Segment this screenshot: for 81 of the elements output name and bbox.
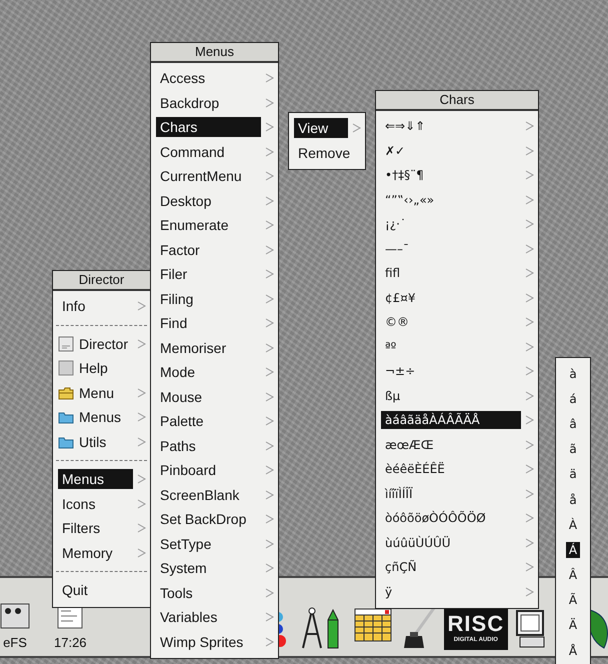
menu-item[interactable]: Filters xyxy=(58,518,133,538)
menu-item[interactable]: Director xyxy=(75,334,133,354)
menu-item[interactable]: Set BackDrop xyxy=(156,509,261,530)
menu-item[interactable]: òóôõöøÒÓÔÕÖØ xyxy=(381,509,521,528)
menu-item[interactable]: ¢£¤¥ xyxy=(381,288,521,307)
menu-item[interactable]: æœÆŒ xyxy=(381,436,521,454)
menu-item[interactable]: Command xyxy=(156,142,261,162)
menu-item[interactable]: àáâãäåÀÁÂÃÄÅ xyxy=(381,411,521,430)
menu-item[interactable]: Â xyxy=(566,567,580,584)
menu-item[interactable]: View xyxy=(294,118,348,138)
spreadsheet-icon[interactable] xyxy=(354,608,392,642)
menu-item[interactable]: Paths xyxy=(156,436,261,456)
menu-item[interactable]: Ä xyxy=(566,617,580,634)
menu-item[interactable]: “”‟‹›„«» xyxy=(381,190,521,209)
menu-item[interactable]: Memoriser xyxy=(156,338,261,358)
menu-item[interactable]: Help xyxy=(75,358,146,378)
application-icon xyxy=(58,336,74,352)
menu-item[interactable]: å xyxy=(566,492,580,508)
menu-item[interactable]: Variables xyxy=(156,607,261,628)
menu-item[interactable]: Chars xyxy=(156,117,261,138)
menu-item[interactable]: ⇐⇒⇓⇑ xyxy=(381,117,521,136)
menu-item[interactable]: Quit xyxy=(58,580,146,600)
menu-item[interactable]: ã xyxy=(566,441,580,458)
menu-item[interactable]: Factor xyxy=(156,240,261,260)
computer-monitor-icon[interactable] xyxy=(516,610,546,650)
menu-item[interactable]: Enumerate xyxy=(156,215,261,236)
menu-item[interactable]: —–¯ xyxy=(381,240,521,258)
menu-item[interactable]: ¡¿·˙ xyxy=(381,215,521,234)
logo-wordmark: RISC xyxy=(448,612,504,636)
menu-item[interactable]: â xyxy=(566,416,580,432)
menu-item[interactable]: Filing xyxy=(156,288,261,309)
menu-item[interactable]: Mode xyxy=(156,362,261,382)
menu-item[interactable]: Find xyxy=(156,313,261,334)
menu-item[interactable]: Å xyxy=(566,642,580,659)
menu-item[interactable]: Menus xyxy=(58,469,133,490)
menu-item[interactable]: á xyxy=(566,390,580,407)
menu-item[interactable]: Tools xyxy=(156,582,261,603)
menu-item[interactable]: CurrentMenu xyxy=(156,166,261,186)
menu-item[interactable]: ªº xyxy=(381,338,521,356)
menu-item[interactable]: ﬁﬂ xyxy=(381,264,521,282)
menu-item[interactable]: Filer xyxy=(156,264,261,284)
menu-item[interactable]: ÿ xyxy=(381,582,521,601)
menu-item[interactable]: Desktop xyxy=(156,190,261,211)
menu-item[interactable]: ßµ xyxy=(381,386,521,405)
menu-item[interactable]: ìíîïÌÍÎÏ xyxy=(381,484,521,503)
menu-item[interactable]: Icons xyxy=(58,494,133,514)
clock-time: 17:26 xyxy=(54,635,87,650)
menu-item[interactable]: Backdrop xyxy=(156,92,261,113)
menu-item[interactable]: SetType xyxy=(156,534,261,554)
menu-item[interactable]: çñÇÑ xyxy=(381,558,521,576)
menu-item[interactable]: Mouse xyxy=(156,386,261,407)
menu-item[interactable]: Memory xyxy=(58,542,133,563)
folder-icon xyxy=(58,384,74,401)
drive-label[interactable]: eFS xyxy=(3,635,27,650)
menu-item[interactable]: Pinboard xyxy=(156,460,261,480)
menu-item[interactable]: Remove xyxy=(294,142,361,163)
menu-title: Chars xyxy=(376,91,538,111)
menu-item[interactable]: Utils xyxy=(75,432,133,452)
menu-item[interactable]: •†‡§¨¶ xyxy=(381,166,521,184)
menu-title: Menus xyxy=(151,43,278,63)
menu-item[interactable]: èéêëÈÉÊË xyxy=(381,460,521,478)
menu-item[interactable]: ¬±÷ xyxy=(381,362,521,380)
menu-item[interactable]: ©® xyxy=(381,313,521,332)
menu-item[interactable]: Access xyxy=(156,68,261,88)
menu-item[interactable]: ScreenBlank xyxy=(156,484,261,505)
document-icon xyxy=(58,360,74,376)
menu-item[interactable]: Info xyxy=(58,296,133,316)
menu-item[interactable]: Wimp Sprites xyxy=(156,632,261,652)
menu-item[interactable]: ùúûüÙÚÛÜ xyxy=(381,534,521,552)
menu-item[interactable]: Menus xyxy=(75,407,133,428)
menu-item[interactable]: À xyxy=(566,516,580,533)
menu-item[interactable]: System xyxy=(156,558,261,578)
menu-item[interactable]: ä xyxy=(566,466,580,482)
note-icon xyxy=(57,605,84,629)
menu-item[interactable]: Ã xyxy=(566,592,580,608)
menu-item[interactable]: Menu xyxy=(75,382,133,403)
menu-item[interactable]: ✗✓ xyxy=(381,142,521,160)
menu-title: Director xyxy=(53,271,150,291)
menu-item[interactable]: Á xyxy=(566,542,580,558)
menu-item[interactable]: à xyxy=(566,366,580,382)
menu-item[interactable]: Palette xyxy=(156,411,261,432)
